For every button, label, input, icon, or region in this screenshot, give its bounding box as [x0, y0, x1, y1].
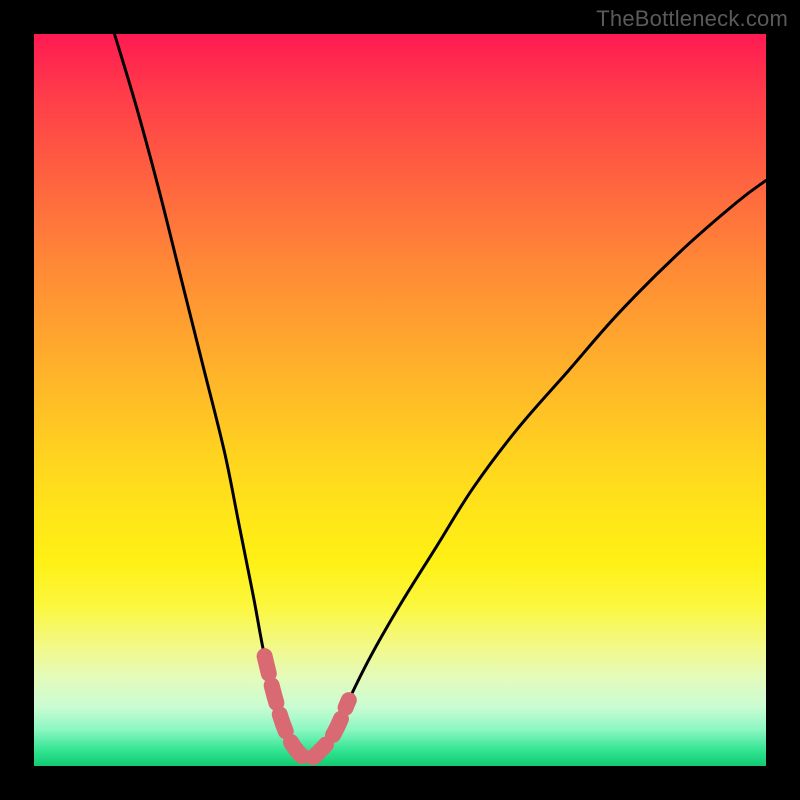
plot-area	[34, 34, 766, 766]
bottleneck-curve-svg	[34, 34, 766, 766]
chart-frame: TheBottleneck.com	[0, 0, 800, 800]
highlight-segment	[265, 656, 349, 759]
curve-group	[115, 34, 767, 759]
watermark-text: TheBottleneck.com	[596, 6, 788, 32]
bottleneck-curve	[115, 34, 767, 759]
